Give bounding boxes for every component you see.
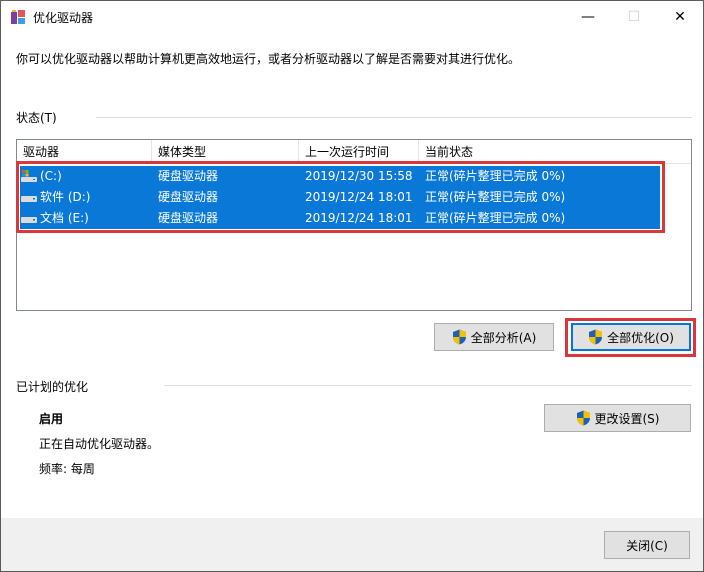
uac-shield-icon xyxy=(576,410,590,426)
analyze-all-label: 全部分析(A) xyxy=(470,330,537,345)
column-header-status[interactable]: 当前状态 xyxy=(419,140,691,163)
status-divider xyxy=(96,117,692,118)
close-icon: ✕ xyxy=(674,8,686,25)
close-window-button[interactable]: ✕ xyxy=(657,1,703,32)
window-title: 优化驱动器 xyxy=(33,11,94,25)
change-settings-button[interactable]: 更改设置(S) xyxy=(544,404,691,432)
defrag-app-icon xyxy=(11,10,25,24)
status-group-label: 状态(T) xyxy=(16,109,63,126)
schedule-state: 启用 xyxy=(39,412,64,426)
column-header-drive[interactable]: 驱动器 xyxy=(17,140,152,163)
optimize-drives-window: 优化驱动器 — ☐ ✕ 你可以优化驱动器以帮助计算机更高效地运行，或者分析驱动器… xyxy=(0,0,704,572)
intro-text: 你可以优化驱动器以帮助计算机更高效地运行，或者分析驱动器以了解是否需要对其进行优… xyxy=(16,52,521,66)
optimize-all-highlight-box xyxy=(565,318,696,357)
minimize-button[interactable]: — xyxy=(565,1,611,32)
close-label: 关闭(C) xyxy=(626,538,668,553)
schedule-frequency: 频率: 每周 xyxy=(39,462,95,476)
main-content: 你可以优化驱动器以帮助计算机更高效地运行，或者分析驱动器以了解是否需要对其进行优… xyxy=(1,32,703,518)
column-header-media-type[interactable]: 媒体类型 xyxy=(152,140,299,163)
maximize-button: ☐ xyxy=(611,1,657,32)
maximize-icon: ☐ xyxy=(627,8,641,25)
drives-highlight-box xyxy=(16,161,665,233)
schedule-group-label: 已计划的优化 xyxy=(16,378,95,395)
minimize-icon: — xyxy=(581,8,595,25)
close-button[interactable]: 关闭(C) xyxy=(604,531,690,559)
dialog-footer: 关闭(C) xyxy=(1,518,703,571)
analyze-all-button[interactable]: 全部分析(A) xyxy=(434,323,554,351)
schedule-divider xyxy=(164,385,692,386)
uac-shield-icon xyxy=(452,329,466,345)
column-header-last-run[interactable]: 上一次运行时间 xyxy=(299,140,419,163)
schedule-description: 正在自动优化驱动器。 xyxy=(39,437,160,451)
change-settings-label: 更改设置(S) xyxy=(594,411,660,426)
title-bar[interactable]: 优化驱动器 — ☐ ✕ xyxy=(1,1,703,32)
